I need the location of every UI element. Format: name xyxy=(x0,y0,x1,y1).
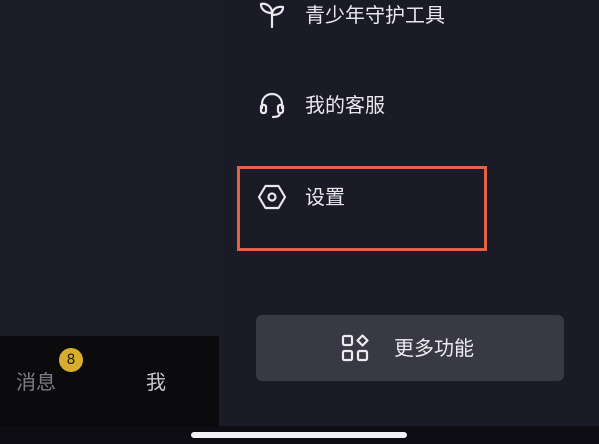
menu-item-youth-protection[interactable]: 青少年守护工具 xyxy=(237,0,487,60)
headset-icon xyxy=(259,92,285,119)
settings-highlight-box xyxy=(237,166,487,251)
menu-item-label: 我的客服 xyxy=(305,93,385,117)
messages-badge: 8 xyxy=(59,348,83,372)
menu-item-customer-service[interactable]: 我的客服 xyxy=(237,76,487,136)
tab-me[interactable]: 我 xyxy=(146,366,176,398)
grid-shapes-icon xyxy=(341,334,369,362)
background-panel xyxy=(0,0,219,336)
menu-item-label: 青少年守护工具 xyxy=(305,3,445,27)
more-functions-button[interactable]: 更多功能 xyxy=(256,315,564,381)
sprout-icon xyxy=(259,2,285,29)
more-functions-label: 更多功能 xyxy=(394,336,474,360)
home-indicator[interactable] xyxy=(191,432,407,438)
